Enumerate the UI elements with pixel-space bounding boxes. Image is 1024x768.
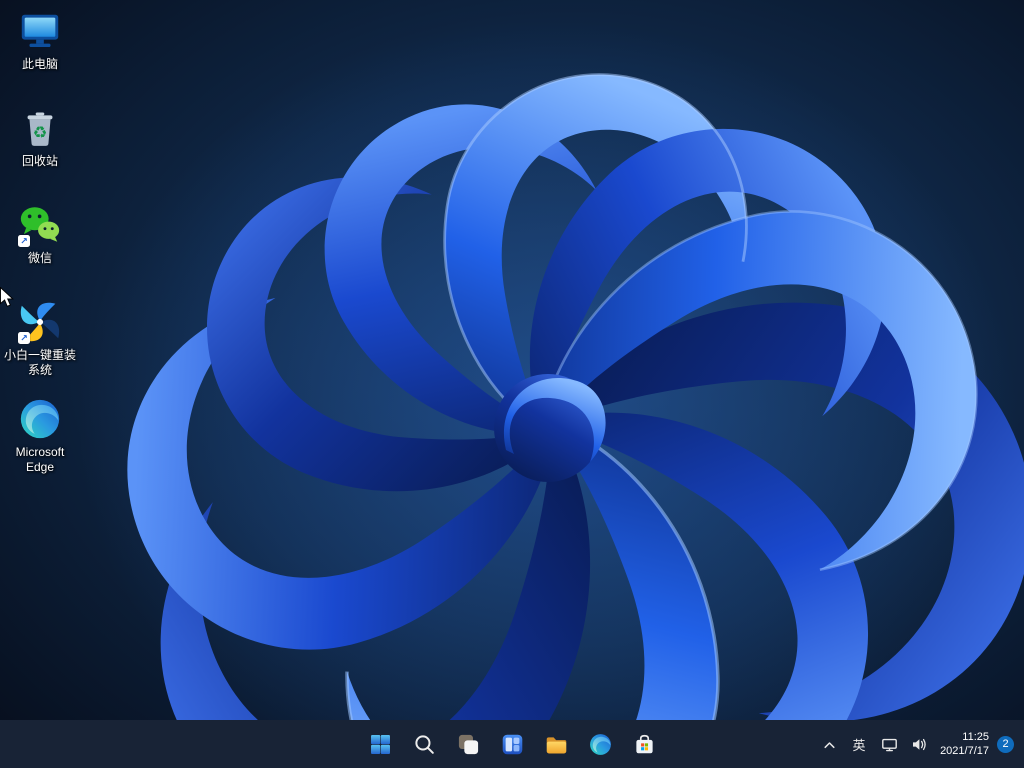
folder-icon [546, 736, 566, 753]
mouse-cursor [0, 286, 19, 314]
volume-button[interactable] [904, 725, 934, 763]
desktop-icon-label: 小白一键重装系统 [3, 348, 76, 377]
desktop-icon-microsoft-edge[interactable]: Microsoft Edge [2, 394, 78, 491]
wechat-bubbles-icon: ↗ [17, 202, 63, 248]
desktop-icon-label: 此电脑 [21, 57, 58, 71]
tray-time: 11:25 [962, 731, 989, 743]
taskbar: 英 11:25 2021/7/17 2 [0, 720, 1024, 768]
task-view-button[interactable] [448, 724, 488, 764]
widgets-button[interactable] [492, 724, 532, 764]
desktop-icon-label: 回收站 [21, 154, 58, 168]
recycle-symbol: ♻ [33, 124, 48, 142]
speaker-icon [912, 738, 926, 750]
windows-logo-icon [370, 734, 390, 754]
wallpaper-bloom [0, 0, 1024, 768]
taskbar-center [360, 724, 664, 764]
pinwheel-icon: ↗ [17, 299, 63, 345]
shopping-bag-icon [635, 734, 653, 753]
computer-monitor-icon [17, 8, 63, 54]
widgets-board-icon [502, 734, 522, 754]
shortcut-arrow-icon: ↗ [18, 235, 30, 247]
desktop: 此电脑 ♻ 回收站 ↗ 微信 ↗ 小白一键重装系统 Microsoft Edge… [0, 0, 1024, 768]
start-button[interactable] [360, 724, 400, 764]
edge-button[interactable] [580, 724, 620, 764]
desktop-icon-label: Microsoft Edge [15, 445, 65, 474]
network-button[interactable] [874, 725, 904, 763]
edge-swirl-icon [589, 733, 611, 755]
desktop-icon-this-pc[interactable]: 此电脑 [2, 6, 78, 103]
taskbar-clock[interactable]: 11:25 2021/7/17 [934, 730, 995, 758]
magnifier-icon [414, 734, 434, 754]
desktop-icon-wechat[interactable]: ↗ 微信 [2, 200, 78, 297]
search-button[interactable] [404, 724, 444, 764]
network-display-icon [881, 738, 897, 751]
chevron-up-icon [824, 741, 835, 748]
store-button[interactable] [624, 724, 664, 764]
desktop-icon-column: 此电脑 ♻ 回收站 ↗ 微信 ↗ 小白一键重装系统 Microsoft Edge [2, 6, 78, 491]
overlapping-squares-icon [458, 734, 478, 754]
recycle-bin-icon: ♻ [17, 105, 63, 151]
ime-indicator[interactable]: 英 [844, 725, 874, 763]
desktop-icon-recycle-bin[interactable]: ♻ 回收站 [2, 103, 78, 200]
file-explorer-button[interactable] [536, 724, 576, 764]
edge-swirl-icon [17, 396, 63, 442]
system-tray: 英 11:25 2021/7/17 2 [814, 720, 1022, 768]
tray-date: 2021/7/17 [940, 745, 989, 757]
desktop-icon-label: 微信 [27, 251, 52, 265]
notification-badge[interactable]: 2 [997, 735, 1014, 753]
shortcut-arrow-icon: ↗ [18, 332, 30, 344]
tray-overflow-button[interactable] [814, 725, 844, 763]
